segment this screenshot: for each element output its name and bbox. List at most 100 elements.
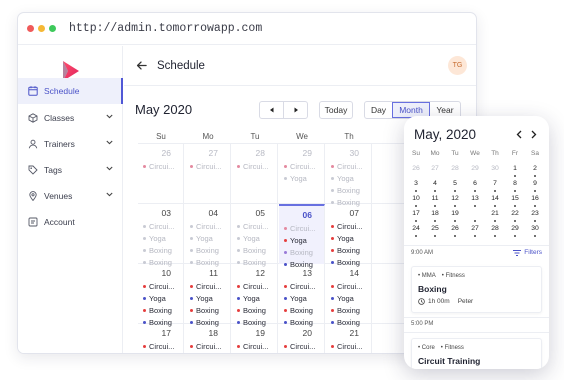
calendar-day-cell[interactable]: 28 Circui... [232,144,278,204]
chevron-down-icon[interactable] [106,114,113,119]
mobile-day[interactable]: 9 [525,180,545,187]
close-dot[interactable] [27,25,34,32]
calendar-event[interactable]: Circui... [237,282,268,291]
event-card-circuit-training[interactable]: • Core • Fitness Circuit Training [411,338,542,369]
mobile-day[interactable]: 13 [465,195,485,202]
calendar-day-cell[interactable]: 03 Circui... Yoga Boxing Boxing [138,204,184,267]
mobile-day[interactable]: 28 [485,225,505,232]
calendar-event[interactable]: Circui... [284,342,315,351]
calendar-event[interactable]: Yoga [190,234,213,243]
mobile-day[interactable]: 22 [505,210,525,217]
sidebar-item-account[interactable]: Account [18,209,122,235]
sidebar-item-tags[interactable]: Tags [18,157,122,183]
calendar-day-cell[interactable]: 07 Circui... Yoga Boxing Boxing [326,204,372,267]
calendar-day-cell[interactable]: 20Circui...Yoga [279,324,325,353]
calendar-event[interactable]: Circui... [331,282,362,291]
minimize-dot[interactable] [38,25,45,32]
mobile-day[interactable]: 10 [406,195,426,202]
calendar-event[interactable]: Circui... [190,282,221,291]
calendar-event[interactable]: Boxing [284,306,313,315]
mobile-day[interactable]: 26 [406,165,426,172]
mobile-day[interactable]: 19 [445,210,465,217]
calendar-day-cell[interactable]: 10 Circui... Yoga Boxing Boxing [138,264,184,327]
calendar-event[interactable]: Circui... [331,222,362,231]
mobile-day[interactable]: 30 [485,165,505,172]
calendar-event[interactable]: Boxing [237,246,266,255]
calendar-event[interactable]: Circui... [190,342,221,351]
calendar-event[interactable]: Circui... [143,342,174,351]
calendar-day-cell[interactable]: 27 Circui... [185,144,231,204]
mobile-day[interactable]: 8 [505,180,525,187]
calendar-event[interactable]: Circui... [331,342,362,351]
calendar-day-cell[interactable]: 21Circui...Yoga [326,324,372,353]
calendar-event[interactable]: Boxing [331,306,360,315]
mobile-day[interactable]: 4 [425,180,445,187]
mobile-day[interactable]: 29 [505,225,525,232]
mobile-day[interactable]: 14 [485,195,505,202]
mobile-day[interactable]: 16 [525,195,545,202]
mobile-day[interactable]: 27 [465,225,485,232]
mobile-day-selected[interactable]: 20 [465,206,485,220]
calendar-event[interactable]: Yoga [284,174,307,183]
mobile-day[interactable]: 24 [406,225,426,232]
calendar-event[interactable]: Yoga [190,294,213,303]
calendar-event[interactable]: Boxing [190,306,219,315]
calendar-event[interactable]: Boxing [143,246,172,255]
mobile-day[interactable]: 27 [425,165,445,172]
calendar-event[interactable]: Yoga [143,234,166,243]
calendar-day-cell[interactable]: 14 Circui... Yoga Boxing Boxing [326,264,372,327]
back-arrow-icon[interactable] [136,60,147,71]
sidebar-item-venues[interactable]: Venues [18,183,122,209]
avatar[interactable]: TG [448,56,467,75]
calendar-day-cell[interactable]: 30 Circui... Yoga Boxing Boxing [326,144,372,207]
calendar-event[interactable]: Boxing [331,186,360,195]
mobile-day[interactable]: 3 [406,180,426,187]
calendar-event[interactable]: Boxing [143,306,172,315]
calendar-event[interactable]: Yoga [331,174,354,183]
calendar-day-cell[interactable]: 29 Circui... Yoga [279,144,325,204]
mobile-day[interactable]: 15 [505,195,525,202]
mobile-day[interactable]: 30 [525,225,545,232]
calendar-event[interactable]: Circui... [237,222,268,231]
mobile-day[interactable]: 23 [525,210,545,217]
calendar-day-cell[interactable]: 12 Circui... Yoga Boxing Boxing [232,264,278,327]
mobile-day[interactable]: 6 [465,180,485,187]
calendar-event[interactable]: Circui... [284,224,315,233]
mobile-day[interactable]: 29 [465,165,485,172]
calendar-event[interactable]: Circui... [284,282,315,291]
next-month-button[interactable] [283,102,307,118]
chevron-down-icon[interactable] [106,140,113,145]
calendar-day-cell[interactable]: 18Circui...Yoga [185,324,231,353]
prev-month-button[interactable] [260,102,283,118]
calendar-event[interactable]: Yoga [284,236,307,245]
calendar-event[interactable]: Circui... [143,222,174,231]
calendar-day-cell[interactable]: 06 Circui... Yoga Boxing Boxing [279,204,325,269]
event-card-boxing[interactable]: • MMA • Fitness Boxing 1h 00m Peter [411,266,542,313]
mobile-day[interactable]: 18 [425,210,445,217]
calendar-event[interactable]: Circui... [284,162,315,171]
calendar-event[interactable]: Yoga [331,234,354,243]
calendar-event[interactable]: Yoga [143,294,166,303]
sidebar-item-schedule[interactable]: Schedule [18,78,123,104]
filters-button[interactable]: Filters [513,249,542,256]
address-bar[interactable]: http://admin.tomorrowapp.com [69,22,262,35]
calendar-day-cell[interactable]: 13 Circui... Yoga Boxing Boxing [279,264,325,327]
mobile-day[interactable]: 17 [406,210,426,217]
calendar-day-cell[interactable]: 11 Circui... Yoga Boxing Boxing [185,264,231,327]
mobile-day[interactable]: 1 [505,165,525,172]
calendar-event[interactable]: Circui... [237,342,268,351]
mobile-day[interactable]: 12 [445,195,465,202]
calendar-day-cell[interactable]: 05 Circui... Yoga Boxing Boxing [232,204,278,267]
chevron-down-icon[interactable] [106,192,113,197]
today-button[interactable]: Today [319,101,353,119]
mobile-day[interactable]: 21 [485,210,505,217]
mobile-day[interactable]: 2 [525,165,545,172]
calendar-event[interactable]: Circui... [237,162,268,171]
calendar-event[interactable]: Yoga [284,294,307,303]
calendar-event[interactable]: Boxing [331,246,360,255]
calendar-day-cell[interactable]: 26 Circui... [138,144,184,204]
chevron-down-icon[interactable] [106,166,113,171]
view-day-button[interactable]: Day [365,102,392,118]
chevron-left-icon[interactable] [516,130,522,139]
chevron-right-icon[interactable] [531,130,537,139]
